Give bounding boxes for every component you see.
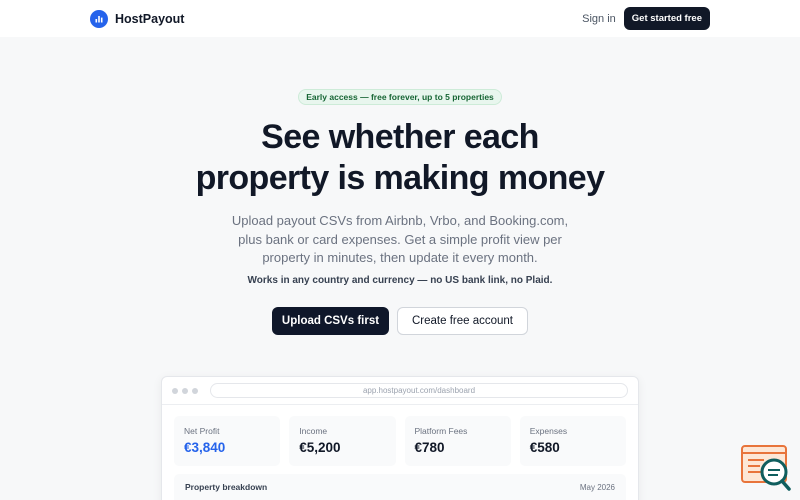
hero-subtitle-line-2: plus bank or card expenses. Get a simple…	[238, 231, 562, 247]
breakdown-title: Property breakdown	[185, 482, 268, 492]
url-bar: app.hostpayout.com/dashboard	[210, 383, 628, 398]
early-access-badge: Early access — free forever, up to 5 pro…	[298, 89, 502, 105]
stat-label: Platform Fees	[414, 426, 468, 436]
stat-value: €5,200	[299, 440, 341, 455]
hero-title-line-1: See whether each	[261, 118, 539, 156]
nav-actions: Sign in Get started free	[582, 7, 710, 30]
cta-row: Upload CSVs first Create free account	[0, 307, 800, 335]
upload-csvs-button[interactable]: Upload CSVs first	[272, 307, 389, 335]
browser-bar: app.hostpayout.com/dashboard	[162, 377, 638, 405]
dashboard-preview: app.hostpayout.com/dashboard Net Profit …	[161, 376, 639, 500]
hero-subtitle-line-1: Upload payout CSVs from Airbnb, Vrbo, an…	[231, 213, 569, 228]
stat-label: Income	[299, 426, 328, 436]
brand-name: HostPayout	[115, 11, 185, 26]
hero-note: Works in any country and currency — no U…	[247, 275, 553, 286]
bar-chart-icon	[90, 9, 108, 28]
brand[interactable]: HostPayout	[90, 9, 185, 28]
window-dot	[182, 387, 188, 394]
window-dot	[172, 387, 178, 394]
early-access-badge-row: Early access — free forever, up to 5 pro…	[0, 89, 800, 105]
hero-subtitle: Upload payout CSVs from Airbnb, Vrbo, an…	[0, 212, 800, 268]
top-navigation: HostPayout Sign in Get started free	[0, 0, 800, 37]
stat-platform-fees: Platform Fees €780	[404, 416, 511, 466]
stat-value: €3,840	[184, 440, 226, 455]
stat-label: Expenses	[529, 426, 568, 436]
hero-title: See whether each property is making mone…	[0, 117, 800, 199]
hero-title-line-2: property is making money	[195, 159, 605, 197]
hero-subtitle-line-3: property in minutes, then update it ever…	[262, 250, 538, 265]
get-started-button[interactable]: Get started free	[623, 7, 710, 30]
stat-label: Net Profit	[184, 426, 220, 436]
create-account-button[interactable]: Create free account	[397, 307, 528, 335]
stat-expenses: Expenses €580	[519, 416, 626, 466]
property-breakdown-header: Property breakdown May 2026	[174, 474, 626, 500]
stats-row: Net Profit €3,840 Income €5,200 Platform…	[162, 405, 638, 466]
stat-value: €580	[529, 440, 560, 455]
stat-income: Income €5,200	[289, 416, 396, 466]
breakdown-date: May 2026	[579, 482, 615, 492]
sign-in-link[interactable]: Sign in	[582, 13, 616, 25]
window-dot	[192, 387, 198, 394]
chat-support-icon[interactable]	[740, 444, 792, 492]
stat-value: €780	[414, 440, 445, 455]
stat-net-profit: Net Profit €3,840	[174, 416, 281, 466]
